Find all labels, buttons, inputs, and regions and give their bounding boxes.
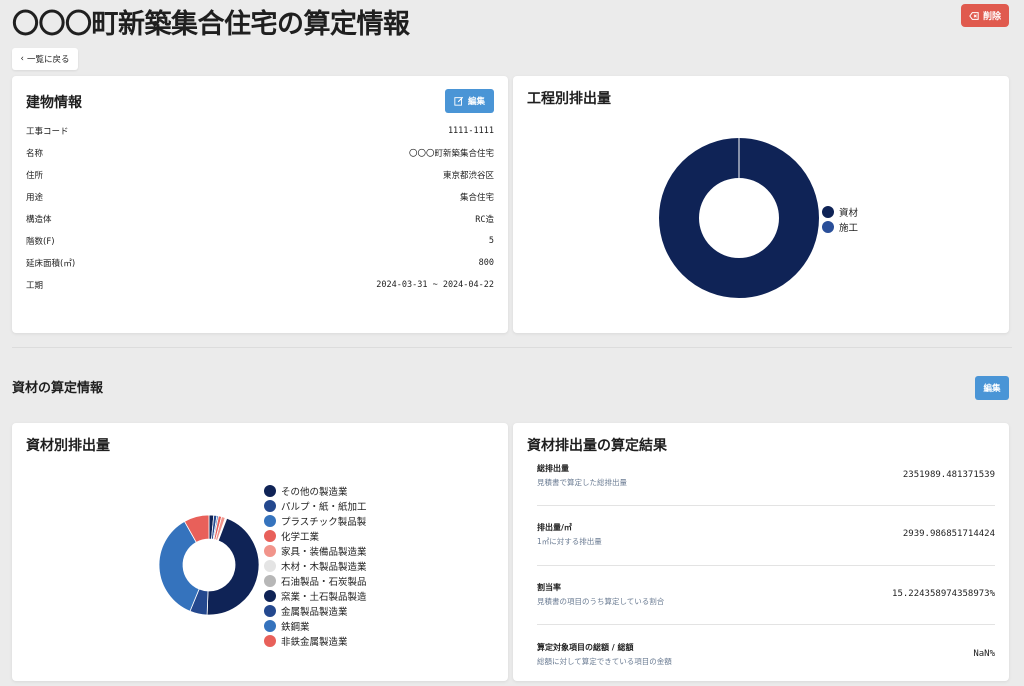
delete-button[interactable]: 削除 [961, 4, 1009, 27]
chevron-left-icon: ‹ [20, 54, 24, 64]
info-row-usage: 用途 集合住宅 [26, 193, 494, 203]
info-row-structure: 構造体 RC造 [26, 215, 494, 225]
info-row-construction-code: 工事コード 1111-1111 [26, 126, 494, 137]
material-donut-chart [158, 514, 260, 616]
legend-dot [264, 560, 276, 572]
building-info-card: 建物情報 編集 工事コード 1111-1111 名称 〇〇〇町新築集合住宅 住所 東京… [12, 76, 508, 333]
building-edit-button[interactable]: 編集 [445, 89, 494, 113]
delete-button-label: 削除 [982, 12, 1001, 22]
legend-dot [264, 605, 276, 617]
result-separator [537, 624, 995, 625]
building-info-title: 建物情報 [26, 95, 82, 111]
legend-dot [264, 635, 276, 647]
section-divider [12, 347, 1012, 348]
info-row-floor-area: 延床面積(㎡) 800 [26, 258, 494, 269]
result-row-coverage: 算定対象項目の総額 / 総額 総額に対して算定できている項目の金額 NaN% [537, 643, 995, 666]
legend-dot [264, 530, 276, 542]
materials-edit-label: 編集 [983, 384, 1001, 394]
info-row-period: 工期 2024-03-31 ~ 2024-04-22 [26, 280, 494, 291]
page-title: 〇〇〇町新築集合住宅の算定情報 [12, 9, 410, 40]
legend-item[interactable]: 化学工業 [264, 529, 319, 543]
material-emission-title: 資材別排出量 [26, 438, 110, 454]
result-row-per-sqm: 排出量/㎡ 1㎡に対する排出量 2939.986851714424 [537, 523, 995, 546]
legend-dot [264, 575, 276, 587]
building-edit-label: 編集 [467, 97, 485, 107]
legend-dot [264, 515, 276, 527]
result-row-allocation: 割当率 見積書の項目のうち算定している割合 15.224358974358973… [537, 583, 995, 606]
legend-dot [264, 620, 276, 632]
legend-item-materials[interactable]: 資材 [822, 205, 858, 219]
legend-dot [822, 206, 834, 218]
legend-dot [264, 590, 276, 602]
legend-dot [264, 485, 276, 497]
legend-item[interactable]: その他の製造業 [264, 484, 348, 498]
legend-item[interactable]: 窯業・土石製品製造 [264, 589, 367, 603]
info-row-floors: 階数(F) 5 [26, 236, 494, 247]
legend-item[interactable]: 家具・装備品製造業 [264, 544, 367, 558]
eraser-icon [969, 11, 979, 20]
process-donut-chart [659, 137, 819, 298]
edit-icon [454, 96, 464, 106]
info-row-name: 名称 〇〇〇町新築集合住宅 [26, 149, 494, 159]
back-button-label: 一覧に戻る [26, 55, 70, 65]
legend-item[interactable]: プラスチック製品製 [264, 514, 366, 528]
legend-dot [822, 221, 834, 233]
legend-dot [264, 500, 276, 512]
legend-item[interactable]: 金属製品製造業 [264, 604, 348, 618]
result-separator [537, 505, 995, 506]
results-title: 資材排出量の算定結果 [527, 438, 667, 454]
back-to-list-button[interactable]: ‹ 一覧に戻る [12, 48, 78, 70]
process-emission-card: 工程別排出量 資材 施工 [513, 76, 1009, 333]
legend-item[interactable]: 木材・木製品製造業 [264, 559, 367, 573]
legend-item[interactable]: 鉄鋼業 [264, 619, 310, 633]
materials-section-title: 資材の算定情報 [12, 381, 104, 396]
materials-edit-button[interactable]: 編集 [975, 376, 1009, 400]
info-row-address: 住所 東京都渋谷区 [26, 171, 494, 181]
legend-item-construction[interactable]: 施工 [822, 220, 858, 234]
result-row-total: 総排出量 見積書で算定した総排出量 2351989.481371539 [537, 464, 995, 487]
material-emission-card: 資材別排出量 その他の製造業 パルプ・紙・紙加工 プラスチック製品製 化学工業 家具・装… [12, 423, 508, 681]
legend-item[interactable]: 石油製品・石炭製品 [264, 574, 367, 588]
process-emission-title: 工程別排出量 [527, 91, 611, 107]
legend-dot [264, 545, 276, 557]
result-separator [537, 565, 995, 566]
results-card: 資材排出量の算定結果 総排出量 見積書で算定した総排出量 2351989.481… [513, 423, 1009, 681]
legend-item[interactable]: 非鉄金属製造業 [264, 634, 348, 648]
legend-item[interactable]: パルプ・紙・紙加工 [264, 499, 367, 513]
